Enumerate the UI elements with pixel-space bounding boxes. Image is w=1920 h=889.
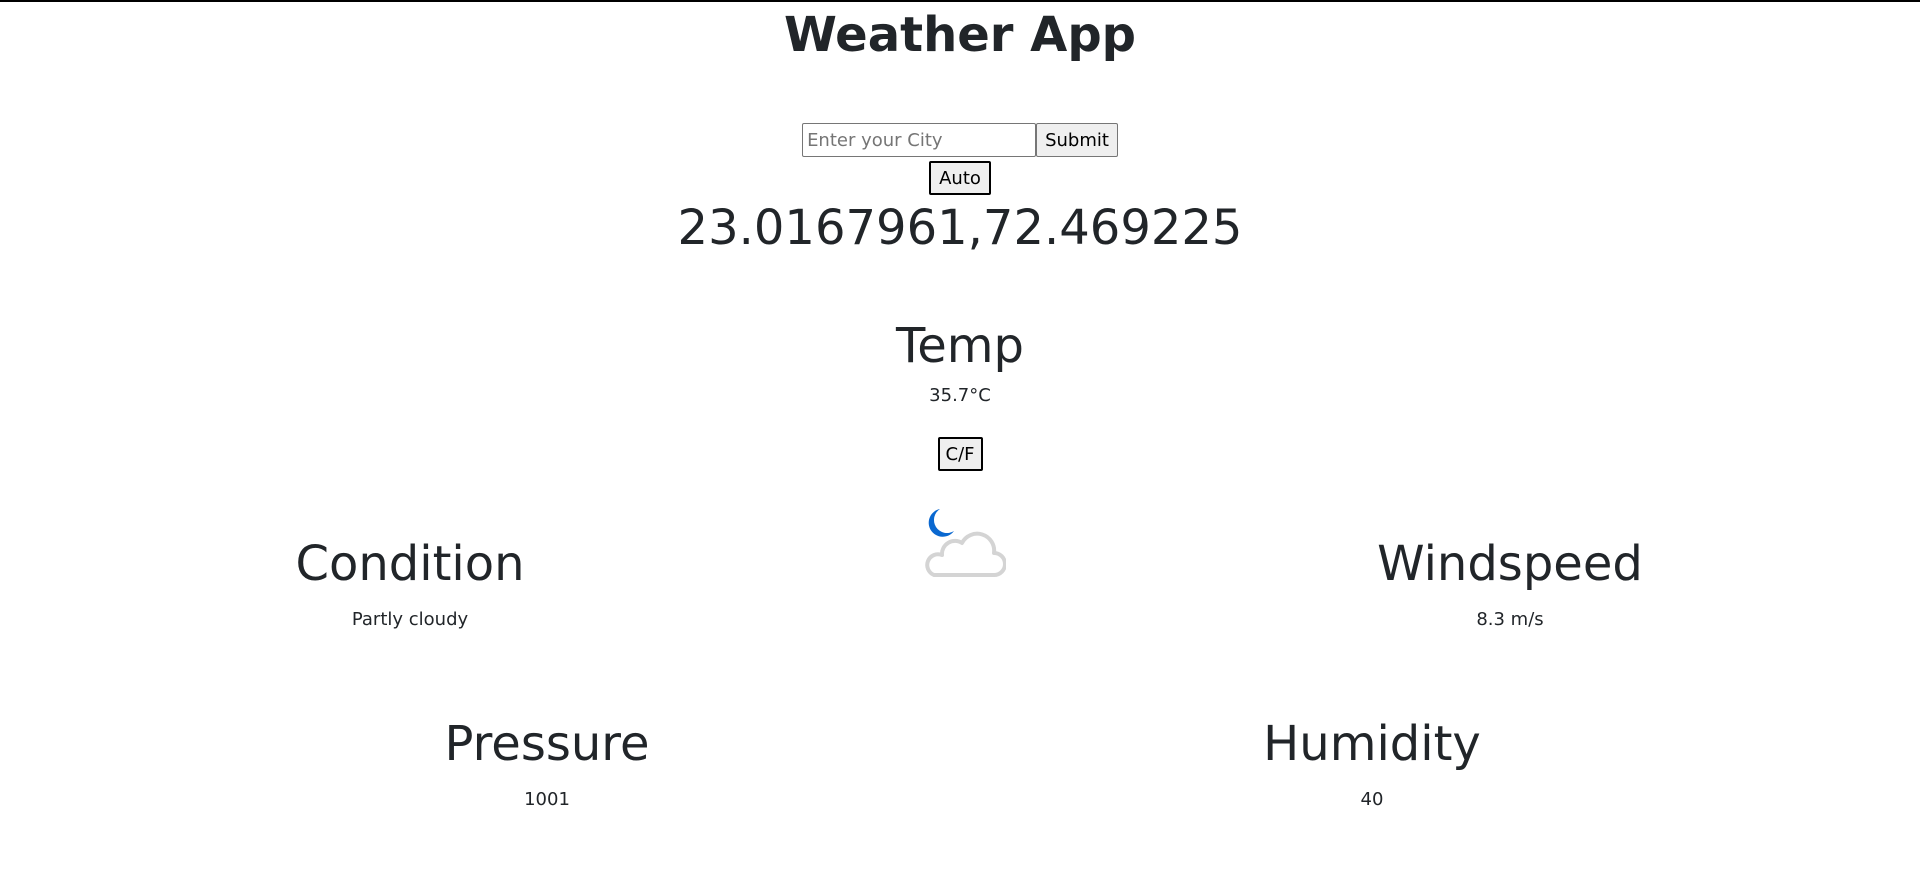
condition-value: Partly cloudy: [351, 609, 469, 630]
condition-heading: Condition: [295, 536, 525, 592]
auto-location-row: Auto: [0, 161, 1920, 195]
windspeed-value: 8.3 m/s: [1476, 609, 1544, 630]
unit-toggle-row: C/F: [0, 437, 1920, 471]
humidity-value: 40: [1360, 789, 1384, 810]
humidity-heading: Humidity: [1263, 716, 1481, 772]
submit-button[interactable]: Submit: [1036, 123, 1118, 157]
temperature-value: 35.7°C: [929, 385, 991, 406]
windspeed-section: Windspeed 8.3 m/s: [1360, 536, 1660, 632]
celsius-fahrenheit-toggle-button[interactable]: C/F: [937, 437, 983, 471]
coordinates-display: 23.0167961,72.469225: [677, 200, 1243, 256]
condition-section: Condition Partly cloudy: [270, 536, 550, 632]
pressure-section: Pressure 1001: [417, 716, 677, 812]
temperature-section: Temp 35.7°C: [0, 318, 1920, 408]
pressure-heading: Pressure: [444, 716, 650, 772]
search-bar: Submit: [0, 123, 1920, 157]
top-border: [0, 0, 1920, 2]
windspeed-heading: Windspeed: [1377, 536, 1643, 592]
page-title: Weather App: [783, 7, 1137, 63]
city-search-input[interactable]: [802, 123, 1037, 157]
moon-cloud-icon: [916, 505, 1007, 585]
weather-app-page: Weather App Submit Auto 23.0167961,72.46…: [0, 0, 1920, 889]
humidity-section: Humidity 40: [1232, 716, 1512, 812]
temperature-heading: Temp: [896, 318, 1024, 374]
pressure-value: 1001: [524, 789, 570, 810]
auto-location-button[interactable]: Auto: [929, 161, 991, 195]
